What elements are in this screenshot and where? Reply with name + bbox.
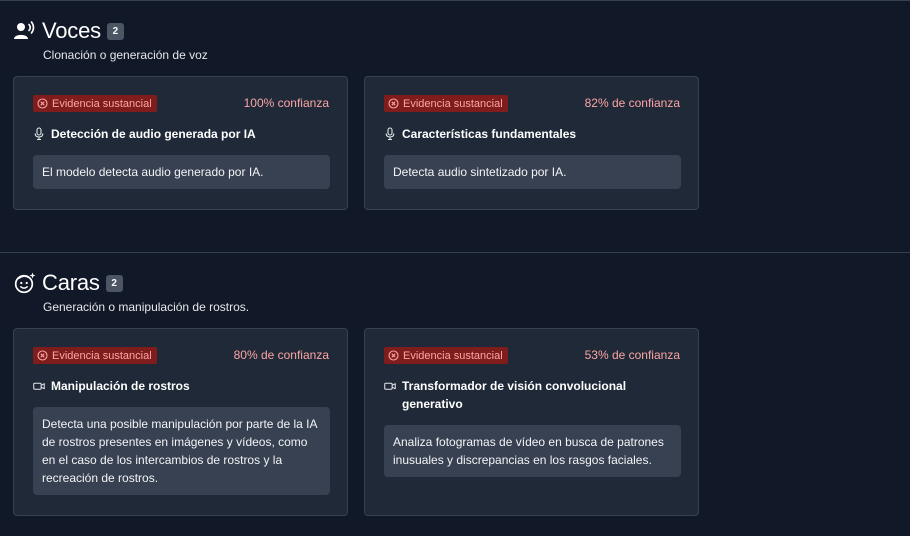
section-header: Caras 2 [14,269,123,297]
evidence-badge-label: Evidencia sustancial [403,349,503,362]
x-circle-icon [388,350,399,361]
feature-row: Características fundamentales [384,125,674,143]
evidence-card: Evidencia sustancial 82% de confianza Ca… [364,76,699,210]
count-badge: 2 [106,22,124,40]
section-title: Voces [42,18,101,43]
feature-description: El modelo detecta audio generado por IA. [33,155,330,189]
evidence-badge: Evidencia sustancial [384,347,508,364]
x-circle-icon [37,98,48,109]
evidence-badge-label: Evidencia sustancial [52,349,152,362]
feature-title: Transformador de visión convolucional ge… [402,379,627,411]
feature-description: Detecta audio sintetizado por IA. [384,155,681,189]
x-circle-icon [388,98,399,109]
page: Voces 2 Clonación o generación de voz Ev… [0,0,910,536]
top-divider [0,0,910,1]
section-subtitle: Clonación o generación de voz [43,48,208,62]
section-subtitle: Generación o manipulación de rostros. [43,300,250,314]
video-icon [33,379,45,393]
feature-description: Analiza fotogramas de vídeo en busca de … [384,425,681,477]
feature-title: Manipulación de rostros [51,379,190,393]
confidence-value: 100% confianza [243,96,329,110]
microphone-icon [384,127,396,141]
microphone-icon [33,127,45,141]
evidence-badge-label: Evidencia sustancial [52,97,152,110]
feature-row: Manipulación de rostros [33,377,323,395]
video-icon [384,379,396,393]
feature-row: Detección de audio generada por IA [33,125,323,143]
section-title: Caras [42,270,100,295]
voice-icon [14,20,36,42]
section-faces: Caras 2 Generación o manipulación de ros… [0,269,910,536]
feature-title: Características fundamentales [402,127,577,141]
section-divider [0,252,910,253]
evidence-card: Evidencia sustancial 100% confianza Dete… [13,76,348,210]
evidence-card: Evidencia sustancial 53% de confianza Tr… [364,328,699,516]
x-circle-icon [37,350,48,361]
evidence-card: Evidencia sustancial 80% de confianza Ma… [13,328,348,516]
confidence-value: 80% de confianza [233,348,329,362]
confidence-value: 53% de confianza [584,348,680,362]
evidence-badge: Evidencia sustancial [33,347,157,364]
feature-row: Transformador de visión convolucional ge… [384,377,674,413]
evidence-badge-label: Evidencia sustancial [403,97,503,110]
feature-title: Detección de audio generada por IA [51,127,256,141]
confidence-value: 82% de confianza [584,96,680,110]
evidence-badge: Evidencia sustancial [33,95,157,112]
section-header: Voces 2 [14,17,124,45]
face-icon [14,272,36,294]
count-badge: 2 [105,274,123,292]
feature-description: Detecta una posible manipulación por par… [33,407,330,495]
section-voices: Voces 2 Clonación o generación de voz Ev… [0,17,910,217]
evidence-badge: Evidencia sustancial [384,95,508,112]
